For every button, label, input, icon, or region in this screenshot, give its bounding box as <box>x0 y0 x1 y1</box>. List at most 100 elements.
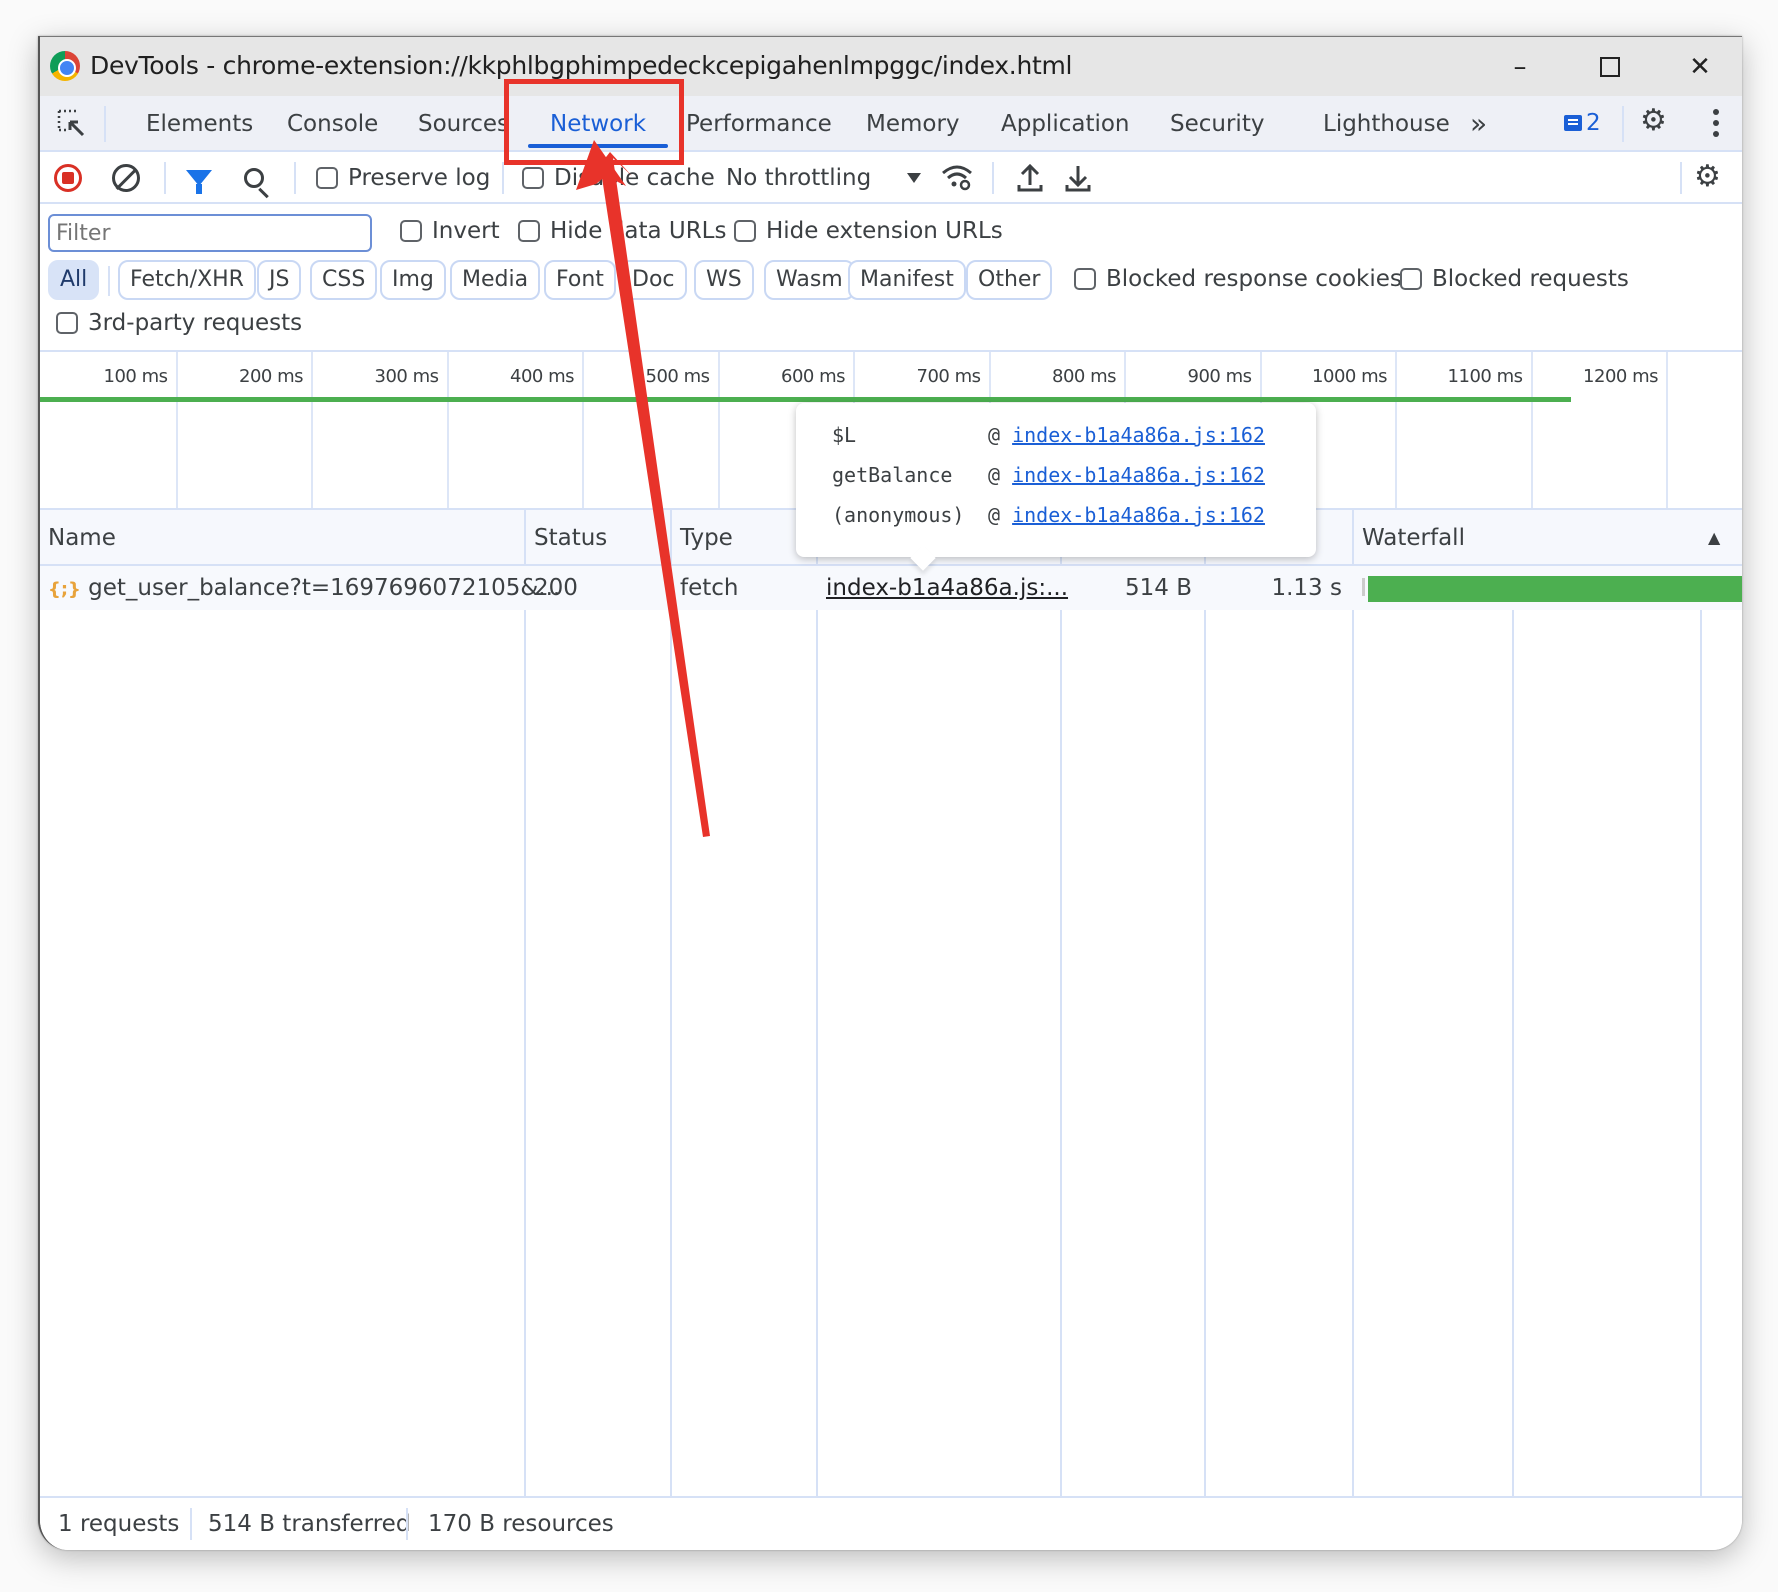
tab-console[interactable]: Console <box>287 96 378 152</box>
network-settings-gear-icon[interactable]: ⚙ <box>1694 162 1721 192</box>
stack-frame-at: @ <box>988 463 1001 487</box>
overview-gridline <box>1666 352 1668 508</box>
type-filter-other[interactable]: Other <box>966 260 1053 300</box>
type-filter-font[interactable]: Font <box>544 260 616 300</box>
maximize-button[interactable] <box>1580 45 1640 89</box>
tab-performance[interactable]: Performance <box>686 96 832 152</box>
annotation-highlight-box <box>504 79 684 165</box>
filter-input[interactable] <box>48 214 372 252</box>
issues-badge[interactable]: 2 <box>1564 110 1601 136</box>
resource-type-filters: All Fetch/XHR JS CSS Img Media Font Doc … <box>40 256 1742 304</box>
third-party-requests-label: 3rd-party requests <box>88 310 303 336</box>
hide-extension-urls-checkbox[interactable]: Hide extension URLs <box>734 218 1003 244</box>
export-har-button[interactable] <box>1064 152 1092 204</box>
more-options-icon[interactable] <box>1712 106 1720 142</box>
type-filter-img[interactable]: Img <box>380 260 446 300</box>
sort-ascending-icon[interactable]: ▲ <box>1708 510 1720 566</box>
type-filter-manifest[interactable]: Manifest <box>848 260 966 300</box>
stack-frame: $L @ index-b1a4a86a.js:162 <box>832 423 1265 447</box>
settings-gear-icon[interactable]: ⚙ <box>1640 106 1667 136</box>
tab-security[interactable]: Security <box>1170 96 1264 152</box>
overview-gridline <box>446 352 449 508</box>
tab-memory[interactable]: Memory <box>866 96 960 152</box>
overview-gridline <box>311 352 313 508</box>
overview-tick-label: 200 ms <box>239 366 304 387</box>
column-header-type[interactable]: Type <box>680 510 733 566</box>
preserve-log-checkbox[interactable]: Preserve log <box>316 152 490 204</box>
type-filter-media[interactable]: Media <box>450 260 541 300</box>
column-divider[interactable] <box>1352 510 1354 1500</box>
divider <box>1622 106 1624 142</box>
third-party-requests-checkbox[interactable]: 3rd-party requests <box>56 310 302 336</box>
tab-sources[interactable]: Sources <box>418 96 509 152</box>
stack-frame-link[interactable]: index-b1a4a86a.js:162 <box>1012 423 1265 447</box>
upload-icon <box>1017 163 1043 192</box>
type-filter-wasm[interactable]: Wasm <box>764 260 855 300</box>
overview-tick-label: 500 ms <box>645 366 711 387</box>
column-divider[interactable] <box>524 510 526 1500</box>
column-divider[interactable] <box>1060 510 1062 1500</box>
blocked-requests-checkbox[interactable]: Blocked requests <box>1400 266 1629 292</box>
stack-frame-link[interactable]: index-b1a4a86a.js:162 <box>1012 503 1265 527</box>
blocked-response-cookies-label: Blocked response cookies <box>1106 266 1402 292</box>
hide-extension-urls-label: Hide extension URLs <box>766 218 1003 244</box>
type-filter-fetch-xhr[interactable]: Fetch/XHR <box>118 260 256 300</box>
type-filter-ws[interactable]: WS <box>694 260 754 300</box>
type-filter-all[interactable]: All <box>48 260 100 300</box>
column-divider[interactable] <box>816 510 818 1500</box>
divider <box>164 162 166 194</box>
search-button[interactable] <box>244 152 264 204</box>
checkbox-icon <box>518 220 540 242</box>
overview-tick-label: 700 ms <box>916 366 982 387</box>
column-header-name[interactable]: Name <box>48 510 116 566</box>
devtools-window: DevTools - chrome-extension://kkphlbgphi… <box>38 36 1742 1550</box>
close-button[interactable]: ✕ <box>1670 45 1730 89</box>
hide-data-urls-checkbox[interactable]: Hide data URLs <box>518 218 726 244</box>
invert-checkbox[interactable]: Invert <box>400 218 500 244</box>
filter-toggle-button[interactable] <box>186 152 212 204</box>
record-button[interactable] <box>54 152 82 204</box>
inspect-element-icon[interactable] <box>56 108 86 138</box>
request-name-cell: {;} get_user_balance?t=1697696072105&... <box>48 566 560 610</box>
overview-tick-label: 900 ms <box>1187 366 1253 387</box>
clear-button[interactable] <box>112 152 140 204</box>
window-title: DevTools - chrome-extension://kkphlbgphi… <box>90 51 1073 80</box>
tab-lighthouse[interactable]: Lighthouse <box>1323 96 1450 152</box>
type-filter-js[interactable]: JS <box>257 260 302 300</box>
requests-count: 1 requests <box>58 1511 180 1537</box>
overview-request-bar <box>40 397 1572 402</box>
request-name: get_user_balance?t=1697696072105&... <box>88 575 561 601</box>
divider <box>104 106 106 142</box>
transferred-size: 514 B transferred <box>208 1511 411 1537</box>
column-divider[interactable] <box>1204 510 1206 1500</box>
filter-funnel-icon <box>186 170 212 194</box>
import-har-button[interactable] <box>1016 152 1044 204</box>
type-cell: fetch <box>680 575 739 601</box>
chevron-down-icon <box>907 173 922 183</box>
status-bar: 1 requests 514 B transferred 170 B resou… <box>40 1496 1742 1550</box>
initiator-link[interactable]: index-b1a4a86a.js:... <box>826 566 1068 610</box>
issues-icon <box>1564 115 1582 131</box>
throttling-select[interactable]: No throttling <box>726 152 922 204</box>
waterfall-gridline <box>1700 566 1702 1500</box>
blocked-response-cookies-checkbox[interactable]: Blocked response cookies <box>1074 266 1402 292</box>
more-tabs-button[interactable]: » <box>1470 96 1487 152</box>
stack-frame-link[interactable]: index-b1a4a86a.js:162 <box>1012 463 1265 487</box>
type-filter-doc[interactable]: Doc <box>620 260 687 300</box>
tab-elements[interactable]: Elements <box>146 96 253 152</box>
divider <box>502 162 504 194</box>
tab-application[interactable]: Application <box>1001 96 1130 152</box>
network-conditions-button[interactable] <box>940 152 974 204</box>
overview-tick-label: 1000 ms <box>1312 366 1387 387</box>
overview-gridline <box>717 352 720 508</box>
resources-size: 170 B resources <box>428 1511 614 1537</box>
column-header-status[interactable]: Status <box>534 510 607 566</box>
column-divider[interactable] <box>670 510 672 1500</box>
column-header-waterfall[interactable]: Waterfall <box>1362 510 1465 566</box>
network-toolbar: Preserve log Disable cache No throttling… <box>40 152 1742 204</box>
overview-tick-label: 800 ms <box>1052 366 1117 387</box>
minimize-button[interactable]: – <box>1490 45 1550 89</box>
divider <box>190 1508 192 1540</box>
type-filter-css[interactable]: CSS <box>310 260 378 300</box>
table-row[interactable]: {;} get_user_balance?t=1697696072105&...… <box>40 566 1742 610</box>
